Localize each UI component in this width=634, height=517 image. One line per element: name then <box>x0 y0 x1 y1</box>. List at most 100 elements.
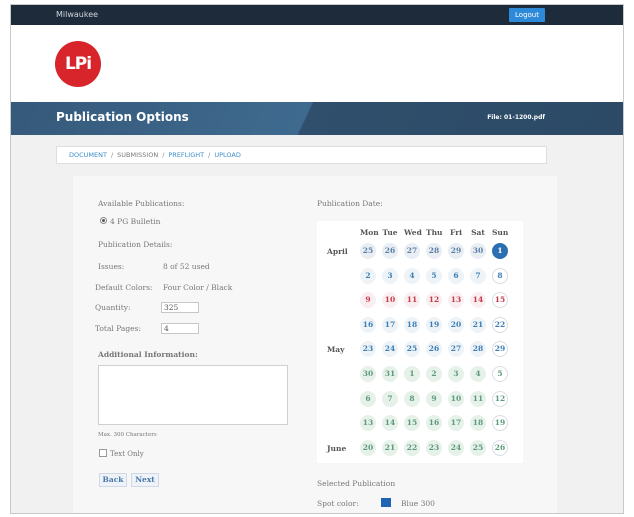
calendar-day[interactable]: 8 <box>492 267 508 284</box>
max-chars-hint: Max. 300 Characters <box>98 432 157 438</box>
calendar-day[interactable]: 28 <box>426 243 442 259</box>
calendar-day[interactable]: 7 <box>470 267 486 284</box>
calendar-day[interactable]: 19 <box>492 415 508 432</box>
calendar-day[interactable]: 6 <box>360 390 376 407</box>
calendar-day[interactable]: 3 <box>382 267 398 284</box>
calendar-day[interactable]: 19 <box>426 316 442 333</box>
calendar-day[interactable]: 2 <box>360 267 376 284</box>
calendar-day[interactable]: 16 <box>426 415 442 432</box>
publication-radio[interactable] <box>100 217 107 224</box>
calendar-day[interactable]: 29 <box>448 243 464 259</box>
additional-info-textarea[interactable] <box>98 365 288 425</box>
calendar-day[interactable]: 27 <box>448 341 464 358</box>
calendar-day[interactable]: 28 <box>470 341 486 358</box>
calendar-day[interactable]: 11 <box>404 292 420 309</box>
calendar-day[interactable]: 12 <box>492 390 508 407</box>
weekday-header: Sun <box>492 228 509 237</box>
calendar-day[interactable]: 23 <box>360 341 376 358</box>
calendar-day[interactable]: 17 <box>382 316 398 333</box>
calendar-day[interactable]: 13 <box>448 292 464 309</box>
calendar-day[interactable]: 18 <box>404 316 420 333</box>
publication-date-calendar: Mon Tue Wed Thu Fri Sat Sun April May June 25 26 27 2… <box>317 221 523 463</box>
breadcrumb-document[interactable]: DOCUMENT <box>69 151 107 159</box>
breadcrumb-separator: / <box>162 151 165 159</box>
calendar-day[interactable]: 31 <box>382 366 398 382</box>
calendar-day[interactable]: 3 <box>448 366 464 382</box>
calendar-day[interactable]: 29 <box>492 341 508 358</box>
total-pages-input[interactable]: 4 <box>161 323 199 334</box>
calendar-day[interactable]: 16 <box>360 316 376 333</box>
calendar-day[interactable]: 27 <box>404 243 420 259</box>
calendar-day[interactable]: 11 <box>470 390 486 407</box>
calendar-day[interactable]: 15 <box>404 415 420 432</box>
calendar-day[interactable]: 25 <box>470 439 486 456</box>
back-button[interactable]: Back <box>99 473 127 487</box>
calendar-day[interactable]: 22 <box>492 316 508 333</box>
calendar-day[interactable]: 20 <box>448 316 464 333</box>
calendar-day[interactable]: 4 <box>470 366 486 382</box>
calendar-day[interactable]: 14 <box>382 415 398 432</box>
calendar-day[interactable]: 5 <box>492 366 508 382</box>
total-pages-label: Total Pages: <box>95 324 141 333</box>
calendar-day[interactable]: 30 <box>360 366 376 382</box>
page-title: Publication Options <box>56 110 189 124</box>
calendar-day[interactable]: 26 <box>382 243 398 259</box>
calendar-day[interactable]: 26 <box>492 439 508 456</box>
calendar-day[interactable]: 23 <box>426 439 442 456</box>
additional-info-label: Additional Information: <box>98 350 198 359</box>
weekday-header: Tue <box>382 228 398 237</box>
calendar-day[interactable]: 18 <box>470 415 486 432</box>
calendar-day[interactable]: 4 <box>404 267 420 284</box>
calendar-day[interactable]: 22 <box>404 439 420 456</box>
breadcrumb-separator: / <box>110 151 114 159</box>
calendar-day[interactable]: 9 <box>360 292 376 309</box>
quantity-label: Quantity: <box>95 303 131 312</box>
calendar-day[interactable]: 8 <box>404 390 420 407</box>
spot-color-value: Blue 300 <box>401 499 435 508</box>
month-label: June <box>327 443 347 453</box>
breadcrumb-submission[interactable]: SUBMISSION <box>117 151 158 159</box>
calendar-day[interactable]: 6 <box>448 267 464 284</box>
calendar-day[interactable]: 25 <box>360 243 376 259</box>
publication-option-label: 4 PG Bulletin <box>110 217 161 226</box>
calendar-day[interactable]: 7 <box>382 390 398 407</box>
issues-label: Issues: <box>98 262 125 271</box>
breadcrumb-preflight[interactable]: PREFLIGHT <box>168 151 204 159</box>
spot-color-swatch <box>381 498 391 507</box>
calendar-day[interactable]: 10 <box>448 390 464 407</box>
breadcrumb: DOCUMENT / SUBMISSION / PREFLIGHT / UPLOAD <box>56 146 547 164</box>
available-publications-label: Available Publications: <box>98 199 185 208</box>
calendar-day[interactable]: 12 <box>426 292 442 309</box>
calendar-day[interactable]: 2 <box>426 366 442 382</box>
page-banner: Publication Options File: 01-1200.pdf <box>11 102 623 135</box>
calendar-day[interactable]: 24 <box>448 439 464 456</box>
calendar-day[interactable]: 21 <box>382 439 398 456</box>
calendar-day[interactable]: 26 <box>426 341 442 358</box>
text-only-checkbox[interactable] <box>99 449 107 457</box>
calendar-day[interactable]: 15 <box>492 292 508 309</box>
quantity-input[interactable]: 325 <box>161 302 199 313</box>
calendar-day[interactable]: 24 <box>382 341 398 358</box>
top-bar: Milwaukee Logout <box>11 5 623 25</box>
issues-value: 8 of 52 used <box>163 262 210 271</box>
calendar-day[interactable]: 9 <box>426 390 442 407</box>
calendar-day[interactable]: 17 <box>448 415 464 432</box>
calendar-day[interactable]: 14 <box>470 292 486 309</box>
next-button[interactable]: Next <box>131 473 159 487</box>
calendar-day[interactable]: 30 <box>470 243 486 259</box>
calendar-day[interactable]: 21 <box>470 316 486 333</box>
calendar-day[interactable]: 1 <box>492 243 508 259</box>
calendar-day[interactable]: 1 <box>404 366 420 382</box>
app-window: Milwaukee Logout LPi Publication Options… <box>10 4 624 514</box>
calendar-day[interactable]: 13 <box>360 415 376 432</box>
logout-button[interactable]: Logout <box>509 8 545 22</box>
file-name: File: 01-1200.pdf <box>487 114 545 121</box>
text-only-label: Text Only <box>110 450 144 458</box>
calendar-day[interactable]: 25 <box>404 341 420 358</box>
calendar-day[interactable]: 10 <box>382 292 398 309</box>
weekday-header: Sat <box>471 228 485 237</box>
calendar-day[interactable]: 5 <box>426 267 442 284</box>
calendar-day[interactable]: 20 <box>360 439 376 456</box>
month-label: May <box>327 345 345 355</box>
breadcrumb-upload[interactable]: UPLOAD <box>214 151 241 159</box>
